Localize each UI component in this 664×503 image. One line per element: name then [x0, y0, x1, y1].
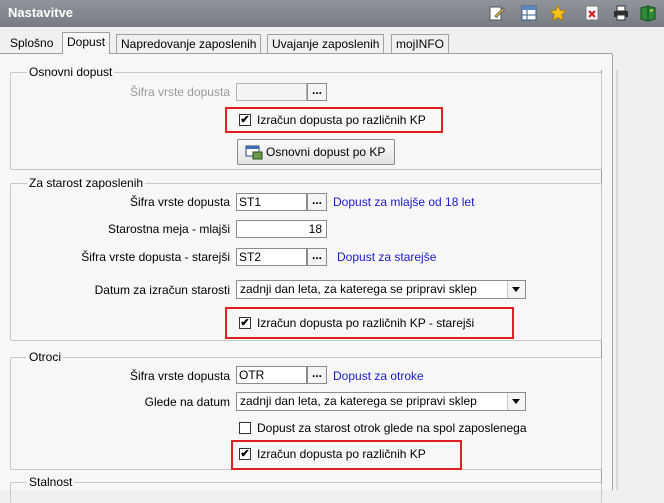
tab-dopust[interactable]: Dopust	[62, 32, 111, 54]
sifra-desc-starost: Dopust za mlajše od 18 let	[333, 195, 475, 209]
tab-splosno[interactable]: Splošno	[6, 34, 58, 52]
sifra-input-starost[interactable]: ST1	[236, 193, 307, 211]
tab-uvajanje-zaposlenih[interactable]: Uvajanje zaposlenih	[267, 34, 385, 53]
checkbox-label-izracun-kp-osnovni: Izračun dopusta po različnih KP	[257, 113, 426, 127]
sifra-label-otroci: Šifra vrste dopusta	[129, 369, 230, 383]
tab-napredovanje-zaposlenih[interactable]: Napredovanje zaposlenih	[116, 34, 262, 53]
group-legend-osnovni: Osnovni dopust	[27, 65, 115, 79]
chevron-down-icon[interactable]	[507, 393, 525, 410]
group-legend-otroci: Otroci	[27, 350, 64, 364]
table-icon[interactable]	[520, 4, 538, 22]
sifra-starejsi-label: Šifra vrste dopusta - starejši	[81, 250, 230, 264]
sifra-starejsi-input[interactable]: ST2	[236, 248, 307, 266]
sifra-label-starost: Šifra vrste dopusta	[129, 195, 230, 209]
meja-input[interactable]: 18	[236, 220, 327, 238]
group-legend-starost: Za starost zaposlenih	[27, 176, 146, 190]
datum-label-otroci: Glede na datum	[144, 395, 230, 409]
checkbox-izracun-kp-otroci[interactable]: ✔	[239, 448, 251, 460]
browse-button-starost[interactable]: ...	[307, 193, 327, 211]
tab-mojinfo[interactable]: mojINFO	[391, 34, 449, 53]
browse-button-starejsi[interactable]: ...	[307, 248, 327, 266]
datum-select-starost-value: zadnji dan leta, za katerega se pripravi…	[240, 282, 477, 296]
meja-label: Starostna meja - mlajši	[107, 222, 230, 236]
button-label-osnovni-kp: Osnovni dopust po KP	[266, 145, 386, 159]
window-list-icon	[245, 145, 263, 160]
datum-label-starost: Datum za izračun starosti	[94, 283, 230, 297]
browse-button-otroci[interactable]: ...	[307, 366, 327, 384]
checkbox-spol-zaposlenega[interactable]	[239, 422, 251, 434]
sifra-label-osnovni: Šifra vrste dopusta	[129, 85, 230, 99]
group-stalnost	[10, 482, 602, 503]
sifra-starejsi-desc: Dopust za starejše	[337, 250, 437, 264]
datum-select-otroci[interactable]: zadnji dan leta, za katerega se pripravi…	[236, 392, 526, 411]
delete-icon[interactable]	[583, 4, 601, 22]
checkbox-label-izracun-kp-otroci: Izračun dopusta po različnih KP	[257, 447, 426, 461]
title-bar: Nastavitve	[0, 0, 664, 27]
browse-button-osnovni[interactable]: ...	[307, 83, 327, 101]
datum-select-starost[interactable]: zadnji dan leta, za katerega se pripravi…	[236, 280, 526, 299]
osnovni-dopust-po-kp-button[interactable]: Osnovni dopust po KP	[237, 139, 395, 165]
scrollbar-track[interactable]	[616, 70, 618, 490]
checkbox-label-spol-zaposlenega: Dopust za starost otrok glede na spol za…	[257, 421, 527, 435]
edit-icon[interactable]	[488, 4, 506, 22]
sifra-desc-otroci: Dopust za otroke	[333, 369, 424, 383]
checkbox-izracun-kp-osnovni[interactable]: ✔	[239, 114, 251, 126]
checkbox-izracun-kp-starejsi[interactable]: ✔	[239, 317, 251, 329]
chevron-down-icon[interactable]	[507, 281, 525, 298]
star-icon[interactable]	[549, 4, 567, 22]
window-title: Nastavitve	[8, 5, 74, 20]
print-icon[interactable]	[612, 4, 630, 22]
sifra-input-osnovni[interactable]	[236, 83, 307, 101]
book-icon[interactable]	[639, 4, 657, 22]
datum-select-otroci-value: zadnji dan leta, za katerega se pripravi…	[240, 394, 477, 408]
sifra-input-otroci[interactable]: OTR	[236, 366, 307, 384]
group-legend-stalnost: Stalnost	[27, 475, 75, 489]
inner-border	[601, 70, 610, 490]
checkbox-label-izracun-kp-starejsi: Izračun dopusta po različnih KP - starej…	[257, 316, 475, 330]
